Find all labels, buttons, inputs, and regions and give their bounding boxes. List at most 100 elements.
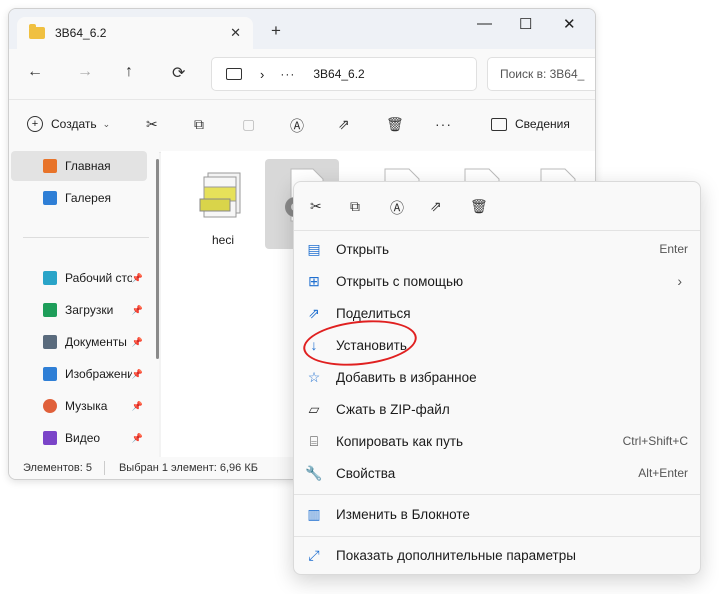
chevron-down-icon: ⌄ [102,118,111,129]
menu-item-label: Сжать в ZIP-файл [336,401,450,417]
sidebar-item-label: Видео [65,431,101,445]
details-button[interactable]: Сведения [491,117,570,131]
star-icon: ☆ [307,368,321,385]
menu-item-more-options[interactable]: ⤢ Показать дополнительные параметры [306,540,690,570]
delete-button[interactable]: 🗑 [386,116,404,133]
menu-item-label: Показать дополнительные параметры [336,547,576,563]
home-icon [43,159,57,173]
path-segment[interactable]: 3B64_6.2 [313,67,364,81]
gallery-icon [43,191,57,205]
new-tab-button[interactable]: + [271,21,281,41]
item-count: Элементов: 5 [23,462,92,474]
music-icon [43,399,57,413]
pin-icon: 📌 [131,304,143,315]
menu-item-label: Открыть с помощью [336,273,464,289]
menu-item-shortcut: Enter [659,242,688,256]
pin-icon: 📌 [131,272,143,283]
sidebar-item-label: Документы [65,335,127,349]
sidebar-item-label: Рабочий сто [65,271,132,285]
search-input[interactable]: Поиск в: 3B64_ [487,57,595,91]
maximize-button[interactable]: ☐ [519,15,532,33]
paste-button[interactable]: ▢ [242,116,255,133]
copy-button[interactable]: ⧉ [194,116,204,133]
file-item[interactable]: heci [186,159,260,249]
pin-icon: 📌 [131,368,143,379]
open-with-icon: ⊞ [308,272,320,289]
navigation-pane: Главная Галерея Рабочий сто 📌 Загрузки 📌… [9,151,159,457]
sidebar-item-documents[interactable]: Документы 📌 [11,327,147,357]
menu-divider [294,230,700,231]
documents-icon [43,335,57,349]
pin-icon: 📌 [131,400,143,411]
sidebar-item-label: Главная [65,159,111,173]
menu-item-shortcut: Alt+Enter [638,466,688,480]
sidebar-item-label: Музыка [65,399,108,413]
sidebar-item-pictures[interactable]: Изображени 📌 [11,359,147,389]
refresh-button[interactable]: ⟳ [172,63,185,83]
sidebar-item-gallery[interactable]: Галерея [11,183,147,213]
delete-icon[interactable]: 🗑 [470,198,488,215]
sidebar-scrollbar[interactable] [156,159,159,359]
sidebar-item-home[interactable]: Главная [11,151,147,181]
selection-info: Выбран 1 элемент: 6,96 КБ [118,462,258,474]
share-icon[interactable]: ⇗ [430,198,442,215]
path-separator: › [260,66,265,82]
menu-item-label: Поделиться [336,305,411,321]
copy-icon[interactable]: ⧉ [350,198,360,215]
menu-item-open[interactable]: ▤ Открыть Enter [306,234,690,264]
menu-divider [294,536,700,537]
pin-icon: 📌 [131,336,143,347]
share-button[interactable]: ⇗ [338,116,350,133]
desktop-icon [43,271,57,285]
menu-item-label: Добавить в избранное [336,369,477,385]
close-tab-icon[interactable]: ✕ [230,25,241,41]
create-button[interactable]: + Создать ⌄ [27,116,110,132]
pin-icon: 📌 [131,432,143,443]
sidebar-item-downloads[interactable]: Загрузки 📌 [11,295,147,325]
download-icon [43,303,57,317]
back-button[interactable]: ← [27,63,43,81]
up-button[interactable]: ↑ [125,63,133,81]
context-menu: ✂ ⧉ Ⓐ ⇗ 🗑 ▤ Открыть Enter ⊞ Открыть с по… [293,181,701,575]
computer-icon [226,68,242,80]
cut-icon[interactable]: ✂ [310,198,322,215]
sidebar-item-music[interactable]: Музыка 📌 [11,391,147,421]
menu-item-label: Копировать как путь [336,433,464,449]
address-bar[interactable]: › ··· 3B64_6.2 [211,57,477,91]
menu-item-zip[interactable]: ▱ Сжать в ZIP-файл [306,394,690,424]
navigation-bar: ← → ↑ ⟳ › ··· 3B64_6.2 Поиск в: 3B64_ [9,49,595,99]
chevron-right-icon: › [677,273,682,289]
command-bar: + Создать ⌄ ✂ ⧉ ▢ Ⓐ ⇗ 🗑 ··· Сведения [9,99,595,153]
menu-item-properties[interactable]: 🔧 Свойства Alt+Enter [305,458,690,488]
tab-3b64[interactable]: 3B64_6.2 ✕ [17,17,253,49]
cut-button[interactable]: ✂ [146,116,158,133]
sidebar-item-label: Галерея [65,191,112,205]
share-icon: ⇗ [308,304,320,321]
path-overflow-button[interactable]: ··· [280,67,295,81]
file-name: heci [211,233,234,247]
rename-button[interactable]: Ⓐ [290,116,304,136]
tab-title: 3B64_6.2 [55,26,107,40]
sidebar-item-desktop[interactable]: Рабочий сто 📌 [11,263,147,293]
sidebar-item-label: Загрузки [65,303,114,317]
menu-item-edit-notepad[interactable]: ▥ Изменить в Блокноте [306,499,690,529]
minimize-button[interactable]: — [477,15,492,32]
copy-path-icon: ⌸ [309,432,319,449]
zip-icon: ▱ [308,400,320,417]
rename-icon[interactable]: Ⓐ [390,198,404,218]
details-pane-icon [491,117,507,131]
pictures-icon [43,367,57,381]
more-button[interactable]: ··· [435,116,452,132]
menu-item-copy-path[interactable]: ⌸ Копировать как путь Ctrl+Shift+C [306,426,690,456]
menu-item-favorite[interactable]: ☆ Добавить в избранное [306,362,690,392]
sidebar-item-label: Изображени [65,367,132,381]
menu-item-label: Изменить в Блокноте [336,506,470,522]
menu-item-label: Открыть [336,241,390,257]
sidebar-item-videos[interactable]: Видео 📌 [11,423,147,453]
sidebar-divider [23,237,149,238]
batch-file-icon [199,172,241,218]
menu-item-open-with[interactable]: ⊞ Открыть с помощью › [306,266,690,296]
menu-divider [294,494,700,495]
close-window-button[interactable]: ✕ [563,15,576,33]
forward-button[interactable]: → [77,63,93,81]
